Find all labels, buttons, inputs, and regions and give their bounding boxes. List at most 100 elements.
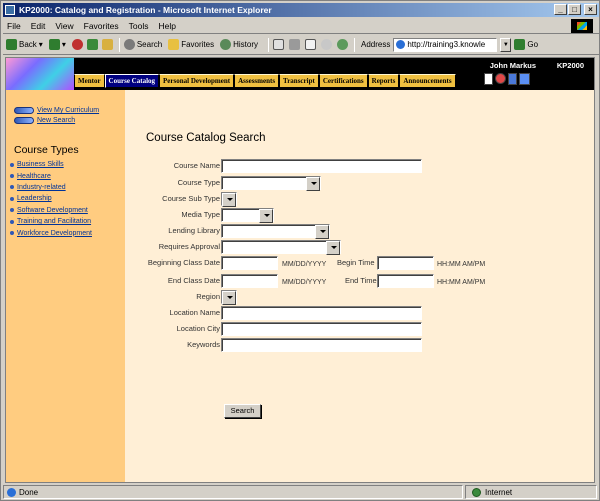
user-name: John Markus — [489, 61, 536, 70]
forward-arrow-icon — [48, 39, 60, 50]
minimize-button[interactable]: _ — [554, 4, 567, 15]
header-icons — [484, 73, 530, 85]
menu-view[interactable]: View — [55, 21, 73, 31]
media-type-select[interactable] — [221, 208, 274, 223]
help-icon[interactable] — [495, 73, 506, 84]
course-type-leadership[interactable]: Leadership — [10, 193, 125, 204]
status-bar: Done Internet — [3, 485, 599, 499]
tab-personal-development[interactable]: Personal Development — [159, 74, 235, 88]
favorites-button[interactable]: Favorites — [168, 36, 214, 54]
end-class-date-input[interactable] — [221, 274, 278, 288]
course-type-label: Training and Facilitation — [17, 218, 92, 226]
history-label: History — [233, 40, 258, 49]
tab-mentor[interactable]: Mentor — [74, 74, 105, 88]
internet-zone-icon — [472, 487, 481, 497]
status-text: Done — [19, 487, 39, 497]
tab-course-catalog[interactable]: Course Catalog — [104, 74, 160, 88]
course-type-software-development[interactable]: Software Development — [10, 205, 125, 216]
forward-button[interactable]: ▾ — [48, 36, 66, 54]
print-icon[interactable] — [288, 39, 300, 50]
messenger-icon[interactable] — [336, 39, 348, 50]
menu-edit[interactable]: Edit — [31, 21, 46, 31]
location-name-input[interactable] — [221, 306, 422, 320]
status-left: Done — [3, 485, 463, 499]
course-name-input[interactable] — [221, 159, 422, 173]
search-label: Search — [136, 40, 163, 49]
tab-reports[interactable]: Reports — [367, 74, 400, 88]
tab-certifications[interactable]: Certifications — [318, 74, 368, 88]
menu-favorites[interactable]: Favorites — [84, 21, 119, 31]
course-type-training-and-facilitation[interactable]: Training and Facilitation — [10, 216, 125, 227]
new-search-label: New Search — [37, 117, 76, 124]
beginning-class-date-input[interactable] — [221, 256, 278, 270]
maximize-button[interactable]: □ — [568, 4, 581, 15]
course-type-industry-related[interactable]: Industry-related — [10, 182, 125, 193]
back-arrow-icon — [6, 39, 17, 50]
search-button[interactable]: Search — [123, 36, 163, 54]
toolbar-divider — [118, 37, 120, 52]
go-button[interactable]: Go — [514, 39, 538, 50]
tab-transcript[interactable]: Transcript — [279, 74, 319, 88]
keywords-label: Keywords — [187, 340, 220, 349]
course-type-select[interactable] — [221, 176, 321, 191]
document-icon[interactable] — [484, 73, 493, 85]
time-format-hint: HH:MM AM/PM — [437, 261, 486, 268]
go-arrow-icon — [514, 39, 526, 50]
browser-window: KP2000: Catalog and Registration - Micro… — [0, 0, 600, 501]
menu-file[interactable]: File — [7, 21, 21, 31]
bullet-icon — [10, 231, 14, 236]
address-bar: Address http://training3.knowle ▼ — [361, 37, 512, 52]
begin-time-input[interactable] — [377, 256, 434, 270]
tab-assessments[interactable]: Assessments — [234, 74, 280, 88]
history-button[interactable]: History — [220, 36, 258, 54]
edit-icon[interactable] — [304, 39, 316, 50]
course-type-label: Healthcare — [17, 172, 51, 180]
end-time-input[interactable] — [377, 274, 434, 288]
favorites-icon — [168, 39, 180, 50]
page-done-icon — [7, 487, 16, 497]
site-logo — [6, 58, 74, 90]
bullet-icon — [10, 174, 14, 179]
time-format-hint: HH:MM AM/PM — [437, 279, 486, 286]
lending-library-select[interactable] — [221, 224, 330, 239]
course-sub-type-label: Course Sub Type — [162, 194, 220, 203]
menu-tools[interactable]: Tools — [129, 21, 149, 31]
discuss-icon[interactable] — [320, 39, 332, 50]
site-header: John Markus KP2000 Mentor Course Catalog… — [6, 58, 594, 90]
bullet-icon — [10, 208, 14, 213]
window-controls: _ □ × — [554, 4, 597, 15]
course-types-list: Business Skills Healthcare Industry-rela… — [10, 159, 125, 239]
course-type-label: Workforce Development — [17, 229, 92, 237]
close-button[interactable]: × — [584, 4, 597, 15]
address-input[interactable]: http://training3.knowle — [393, 37, 498, 52]
back-button[interactable]: Back ▾ — [6, 36, 43, 54]
keywords-input[interactable] — [221, 338, 422, 352]
refresh-icon[interactable] — [86, 39, 98, 50]
menu-help[interactable]: Help — [158, 21, 175, 31]
curriculum-icon — [14, 107, 34, 114]
settings-icon[interactable] — [508, 73, 517, 85]
media-type-label: Media Type — [181, 210, 220, 219]
search-submit-button[interactable]: Search — [224, 404, 261, 418]
requires-approval-label: Requires Approval — [158, 242, 220, 251]
region-select[interactable] — [221, 290, 237, 305]
tab-announcements[interactable]: Announcements — [399, 74, 456, 88]
view-my-curriculum-link[interactable]: View My Curriculum — [14, 107, 125, 114]
home-icon[interactable] — [101, 39, 113, 50]
requires-approval-select[interactable] — [221, 240, 341, 255]
mail-icon[interactable] — [272, 39, 284, 50]
logout-icon[interactable] — [519, 73, 530, 85]
window-title: KP2000: Catalog and Registration - Micro… — [19, 5, 272, 15]
page-content: John Markus KP2000 Mentor Course Catalog… — [5, 57, 595, 483]
location-city-input[interactable] — [221, 322, 422, 336]
course-type-workforce-development[interactable]: Workforce Development — [10, 227, 125, 238]
date-format-hint: MM/DD/YYYY — [282, 261, 327, 268]
address-dropdown-button[interactable]: ▼ — [500, 37, 512, 52]
course-type-healthcare[interactable]: Healthcare — [10, 170, 125, 181]
course-type-business-skills[interactable]: Business Skills — [10, 159, 125, 170]
new-search-link[interactable]: New Search — [14, 117, 125, 124]
go-label: Go — [527, 40, 539, 49]
stop-icon[interactable] — [71, 39, 83, 50]
course-type-label: Course Type — [177, 178, 220, 187]
course-sub-type-select[interactable] — [221, 192, 237, 207]
